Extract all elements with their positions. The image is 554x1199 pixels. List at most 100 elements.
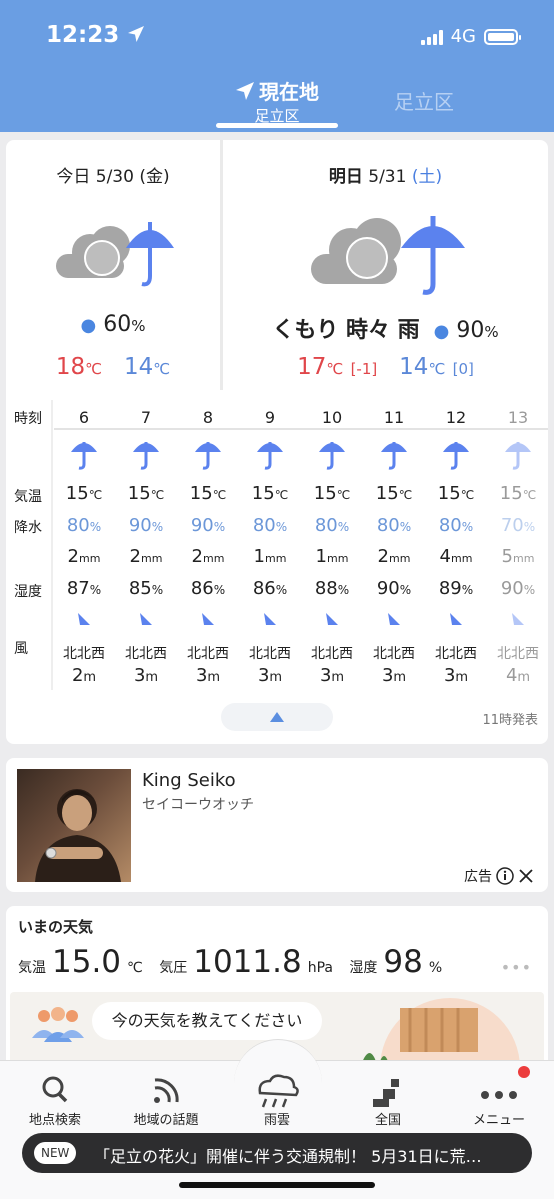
today-rain-probability: ● 60% — [80, 312, 146, 337]
status-time: 12:23 — [46, 22, 145, 48]
cloudy-rain-icon — [56, 222, 174, 287]
hourly-forecast[interactable]: 時刻 気温 降水 湿度 風 6 15℃ 80% 2mm 87% 北北西 2m 7 15℃ 90% 2… — [6, 400, 548, 690]
hour-value: 13 — [507, 408, 529, 427]
umbrella-icon — [364, 438, 424, 470]
precip-probability: 80% — [314, 515, 350, 536]
tab-label: 地域の話題 — [133, 1113, 199, 1128]
tab-label: 雨雲 — [263, 1113, 290, 1128]
tomorrow-weather-summary: くもり 時々 雨 ● 90% — [272, 318, 499, 343]
search-icon — [42, 1076, 68, 1103]
new-badge: NEW — [34, 1142, 77, 1164]
map-icon — [373, 1079, 399, 1107]
label-precip: 降水 — [14, 520, 42, 536]
location-arrow-icon — [236, 81, 254, 100]
wind-direction: 北北西 — [249, 646, 291, 662]
umbrella-icon — [302, 438, 362, 470]
pressure-value: 1011.8 — [193, 944, 302, 980]
wind-speed: 3m — [319, 665, 345, 686]
ticker-text[interactable]: 「足立の花火」開催に伴う交通規制！ 5月31日に荒… — [94, 1143, 524, 1167]
tab-current-location[interactable]: 現在地 足立区 — [216, 76, 338, 126]
app-header: 12:23 4G 現在地 足立区 足立区 — [0, 0, 554, 132]
wind-arrow-icon — [178, 610, 238, 632]
label-wind: 風 — [14, 641, 28, 657]
wind-direction: 北北西 — [63, 646, 105, 662]
hour-value: 8 — [202, 408, 214, 427]
info-icon[interactable] — [496, 867, 514, 885]
wind-direction: 北北西 — [187, 646, 229, 662]
hour-value: 7 — [140, 408, 152, 427]
tab-label: 全国 — [374, 1113, 401, 1128]
precip-amount: 5mm — [501, 546, 535, 567]
precip-probability: 80% — [66, 515, 102, 536]
hour-value: 10 — [321, 408, 343, 427]
tab-label: メニュー — [472, 1113, 525, 1128]
raindrop-icon: ● — [433, 321, 450, 342]
wind-speed: 3m — [133, 665, 159, 686]
news-ticker[interactable]: NEW 「足立の花火」開催に伴う交通規制！ 5月31日に荒… — [22, 1133, 532, 1173]
ad-label[interactable]: 広告 — [464, 866, 534, 886]
precip-amount: 4mm — [439, 546, 473, 567]
hourly-divider — [51, 400, 53, 690]
humidity-value: 87% — [66, 578, 102, 599]
umbrella-icon — [178, 438, 238, 470]
clock: 12:23 — [46, 22, 120, 48]
humidity-label: 湿度 — [349, 960, 378, 976]
precip-amount: 2mm — [377, 546, 411, 567]
precip-amount: 2mm — [129, 546, 163, 567]
report-weather-prompt[interactable]: 今の天気を教えてください — [92, 1002, 322, 1040]
wind-arrow-icon — [302, 610, 362, 632]
wind-speed: 3m — [381, 665, 407, 686]
temp-value: 15℃ — [499, 483, 537, 504]
precip-probability: 90% — [128, 515, 164, 536]
battery-icon — [484, 28, 521, 45]
wind-direction: 北北西 — [125, 646, 167, 662]
wind-direction: 北北西 — [311, 646, 353, 662]
collapse-hourly-button[interactable] — [221, 703, 333, 731]
feed-icon — [154, 1078, 179, 1103]
home-indicator — [179, 1182, 375, 1188]
issued-time: 11時発表 — [482, 713, 538, 728]
close-icon[interactable] — [518, 868, 534, 884]
ad-image[interactable] — [17, 769, 131, 882]
ad-title[interactable]: King Seiko — [142, 770, 236, 791]
temp-value: 15℃ — [65, 483, 103, 504]
temp-value: 15℃ — [189, 483, 227, 504]
more-options-icon[interactable]: ••• — [501, 958, 532, 977]
wind-arrow-icon — [240, 610, 300, 632]
wind-arrow-icon — [426, 610, 486, 632]
label-hour: 時刻 — [14, 411, 42, 427]
precip-probability: 90% — [190, 515, 226, 536]
humidity-value: 85% — [128, 578, 164, 599]
temp-value: 15℃ — [375, 483, 413, 504]
temp-label: 気温 — [18, 960, 46, 976]
humidity-value: 90% — [500, 578, 536, 599]
tomorrow-forecast: 明日 5/31 (土) くもり 時々 雨 ● 90% 17℃ [-1] 14℃ … — [223, 140, 548, 385]
precip-amount: 2mm — [191, 546, 225, 567]
humidity-value: 86% — [252, 578, 288, 599]
current-weather-stats: 気温 15.0 ℃ 気圧 1011.8 hPa 湿度 98% — [18, 944, 443, 980]
today-forecast: 今日 5/30 (金) ● 60% 18℃ 14℃ — [6, 140, 220, 385]
wind-direction: 北北西 — [373, 646, 415, 662]
umbrella-icon — [54, 438, 114, 470]
ad-card[interactable]: King Seiko セイコーウオッチ 広告 — [6, 758, 548, 892]
chevron-up-icon — [270, 712, 284, 722]
umbrella-icon — [426, 438, 486, 470]
temp-value: 15℃ — [127, 483, 165, 504]
temp-value: 15℃ — [251, 483, 289, 504]
tab-indicator — [216, 123, 338, 128]
wind-speed: 3m — [257, 665, 283, 686]
people-icon — [32, 1007, 84, 1042]
humidity-value: 86% — [190, 578, 226, 599]
label-humidity: 湿度 — [14, 584, 42, 600]
current-weather-title: いまの天気 — [18, 918, 94, 936]
temp-value: 15℃ — [313, 483, 351, 504]
hour-value: 9 — [264, 408, 276, 427]
wind-direction: 北北西 — [435, 646, 477, 662]
wind-speed: 3m — [443, 665, 469, 686]
tab-adachi[interactable]: 足立区 — [394, 86, 454, 115]
forecast-card: 今日 5/30 (金) ● 60% 18℃ 14℃ 明日 5/31 (土) くも… — [6, 140, 548, 744]
pressure-label: 気圧 — [159, 960, 188, 976]
precip-amount: 1mm — [315, 546, 349, 567]
precip-probability: 70% — [500, 515, 536, 536]
precip-amount: 2mm — [67, 546, 101, 567]
